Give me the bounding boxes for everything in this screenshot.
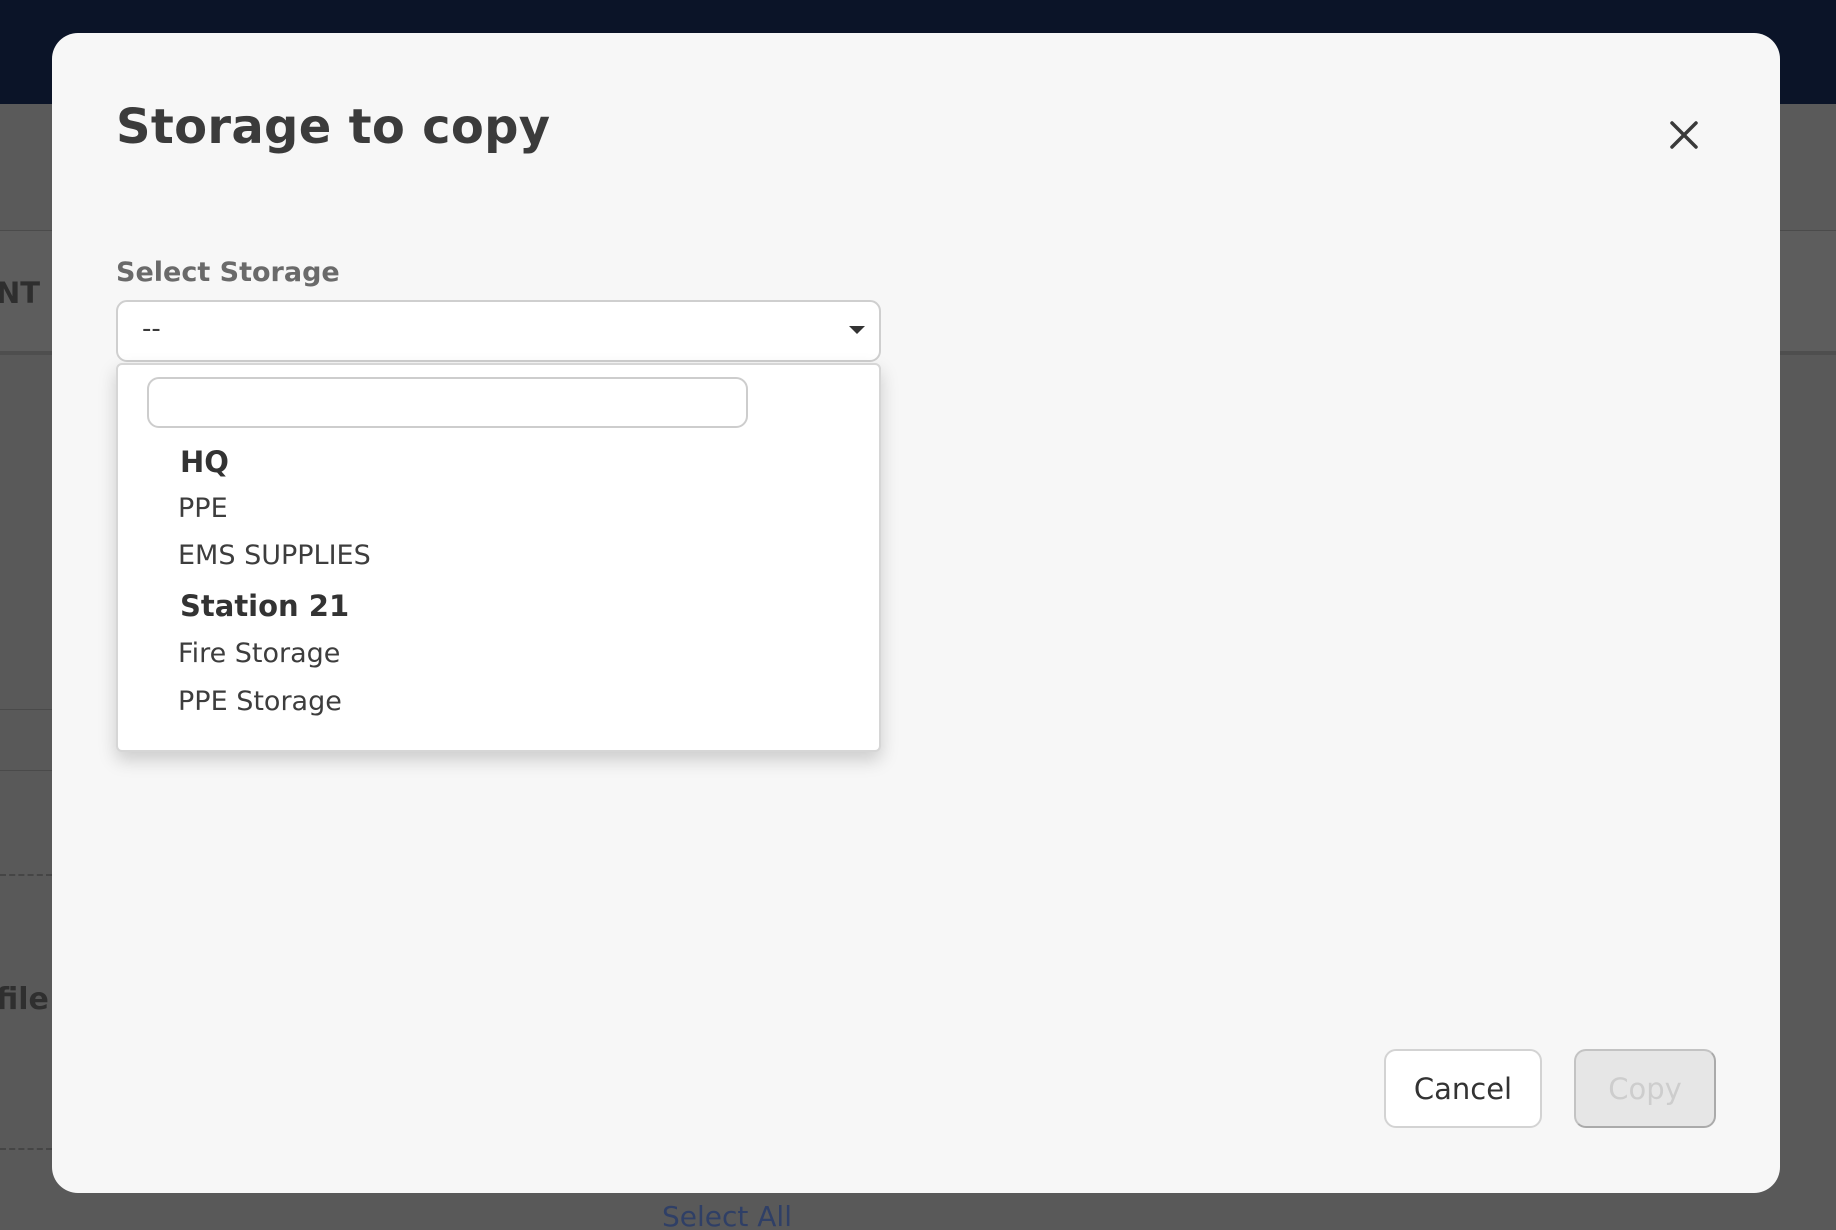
storage-select-value: -- bbox=[142, 314, 161, 344]
caret-down-icon bbox=[849, 326, 865, 334]
cancel-button[interactable]: Cancel bbox=[1384, 1049, 1542, 1128]
option-group-station-21: Station 21 bbox=[180, 589, 350, 623]
background-dropzone-border bbox=[0, 874, 52, 876]
background-tab-label: NT bbox=[0, 276, 41, 310]
copy-button[interactable]: Copy bbox=[1574, 1049, 1716, 1128]
dropdown-search-input[interactable] bbox=[147, 377, 748, 428]
storage-select[interactable]: -- bbox=[116, 300, 881, 362]
background-row-divider bbox=[0, 709, 52, 710]
select-storage-label: Select Storage bbox=[116, 257, 340, 288]
close-button[interactable] bbox=[1656, 107, 1712, 163]
background-select-all-link: Select All bbox=[662, 1200, 792, 1230]
storage-copy-modal: Storage to copy Select Storage -- HQ PPE… bbox=[52, 33, 1780, 1193]
option-ppe[interactable]: PPE bbox=[178, 493, 228, 524]
background-dropzone-border bbox=[0, 1148, 52, 1150]
close-icon bbox=[1670, 121, 1698, 149]
storage-dropdown: HQ PPE EMS SUPPLIES Station 21 Fire Stor… bbox=[116, 363, 881, 752]
option-ppe-storage[interactable]: PPE Storage bbox=[178, 686, 342, 717]
option-fire-storage[interactable]: Fire Storage bbox=[178, 638, 340, 669]
background-row-divider bbox=[0, 770, 52, 771]
option-group-hq: HQ bbox=[180, 445, 229, 479]
option-ems-supplies[interactable]: EMS SUPPLIES bbox=[178, 540, 371, 571]
modal-title: Storage to copy bbox=[116, 99, 551, 155]
